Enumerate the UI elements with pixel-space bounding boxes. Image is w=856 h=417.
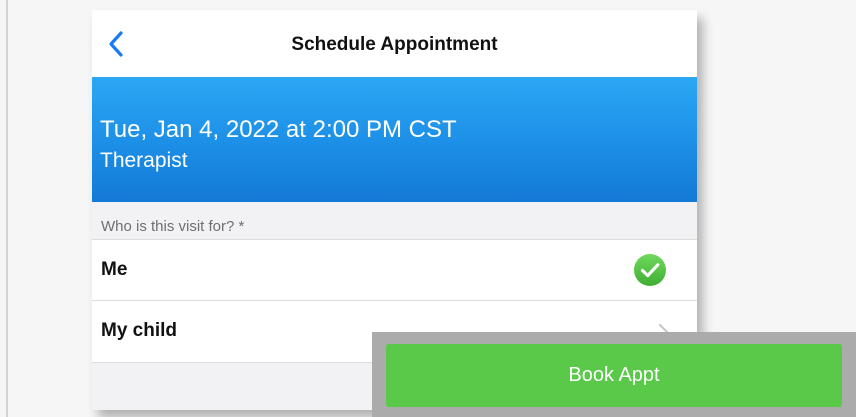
checkmark-circle-icon <box>633 253 667 287</box>
appointment-datetime: Tue, Jan 4, 2022 at 2:00 PM CST <box>100 116 457 143</box>
visit-for-label: Who is this visit for? * <box>101 218 245 235</box>
option-label-my-child: My child <box>101 320 178 341</box>
option-row-me[interactable]: Me <box>92 239 697 301</box>
book-appt-button[interactable]: Book Appt <box>386 344 842 407</box>
option-label-me: Me <box>101 259 128 280</box>
appointment-summary-banner: Tue, Jan 4, 2022 at 2:00 PM CST Therapis… <box>92 77 697 202</box>
navigation-bar: Schedule Appointment <box>92 10 697 77</box>
page-title: Schedule Appointment <box>291 34 498 55</box>
page-left-divider <box>6 0 8 417</box>
appointment-provider-type: Therapist <box>100 149 188 172</box>
